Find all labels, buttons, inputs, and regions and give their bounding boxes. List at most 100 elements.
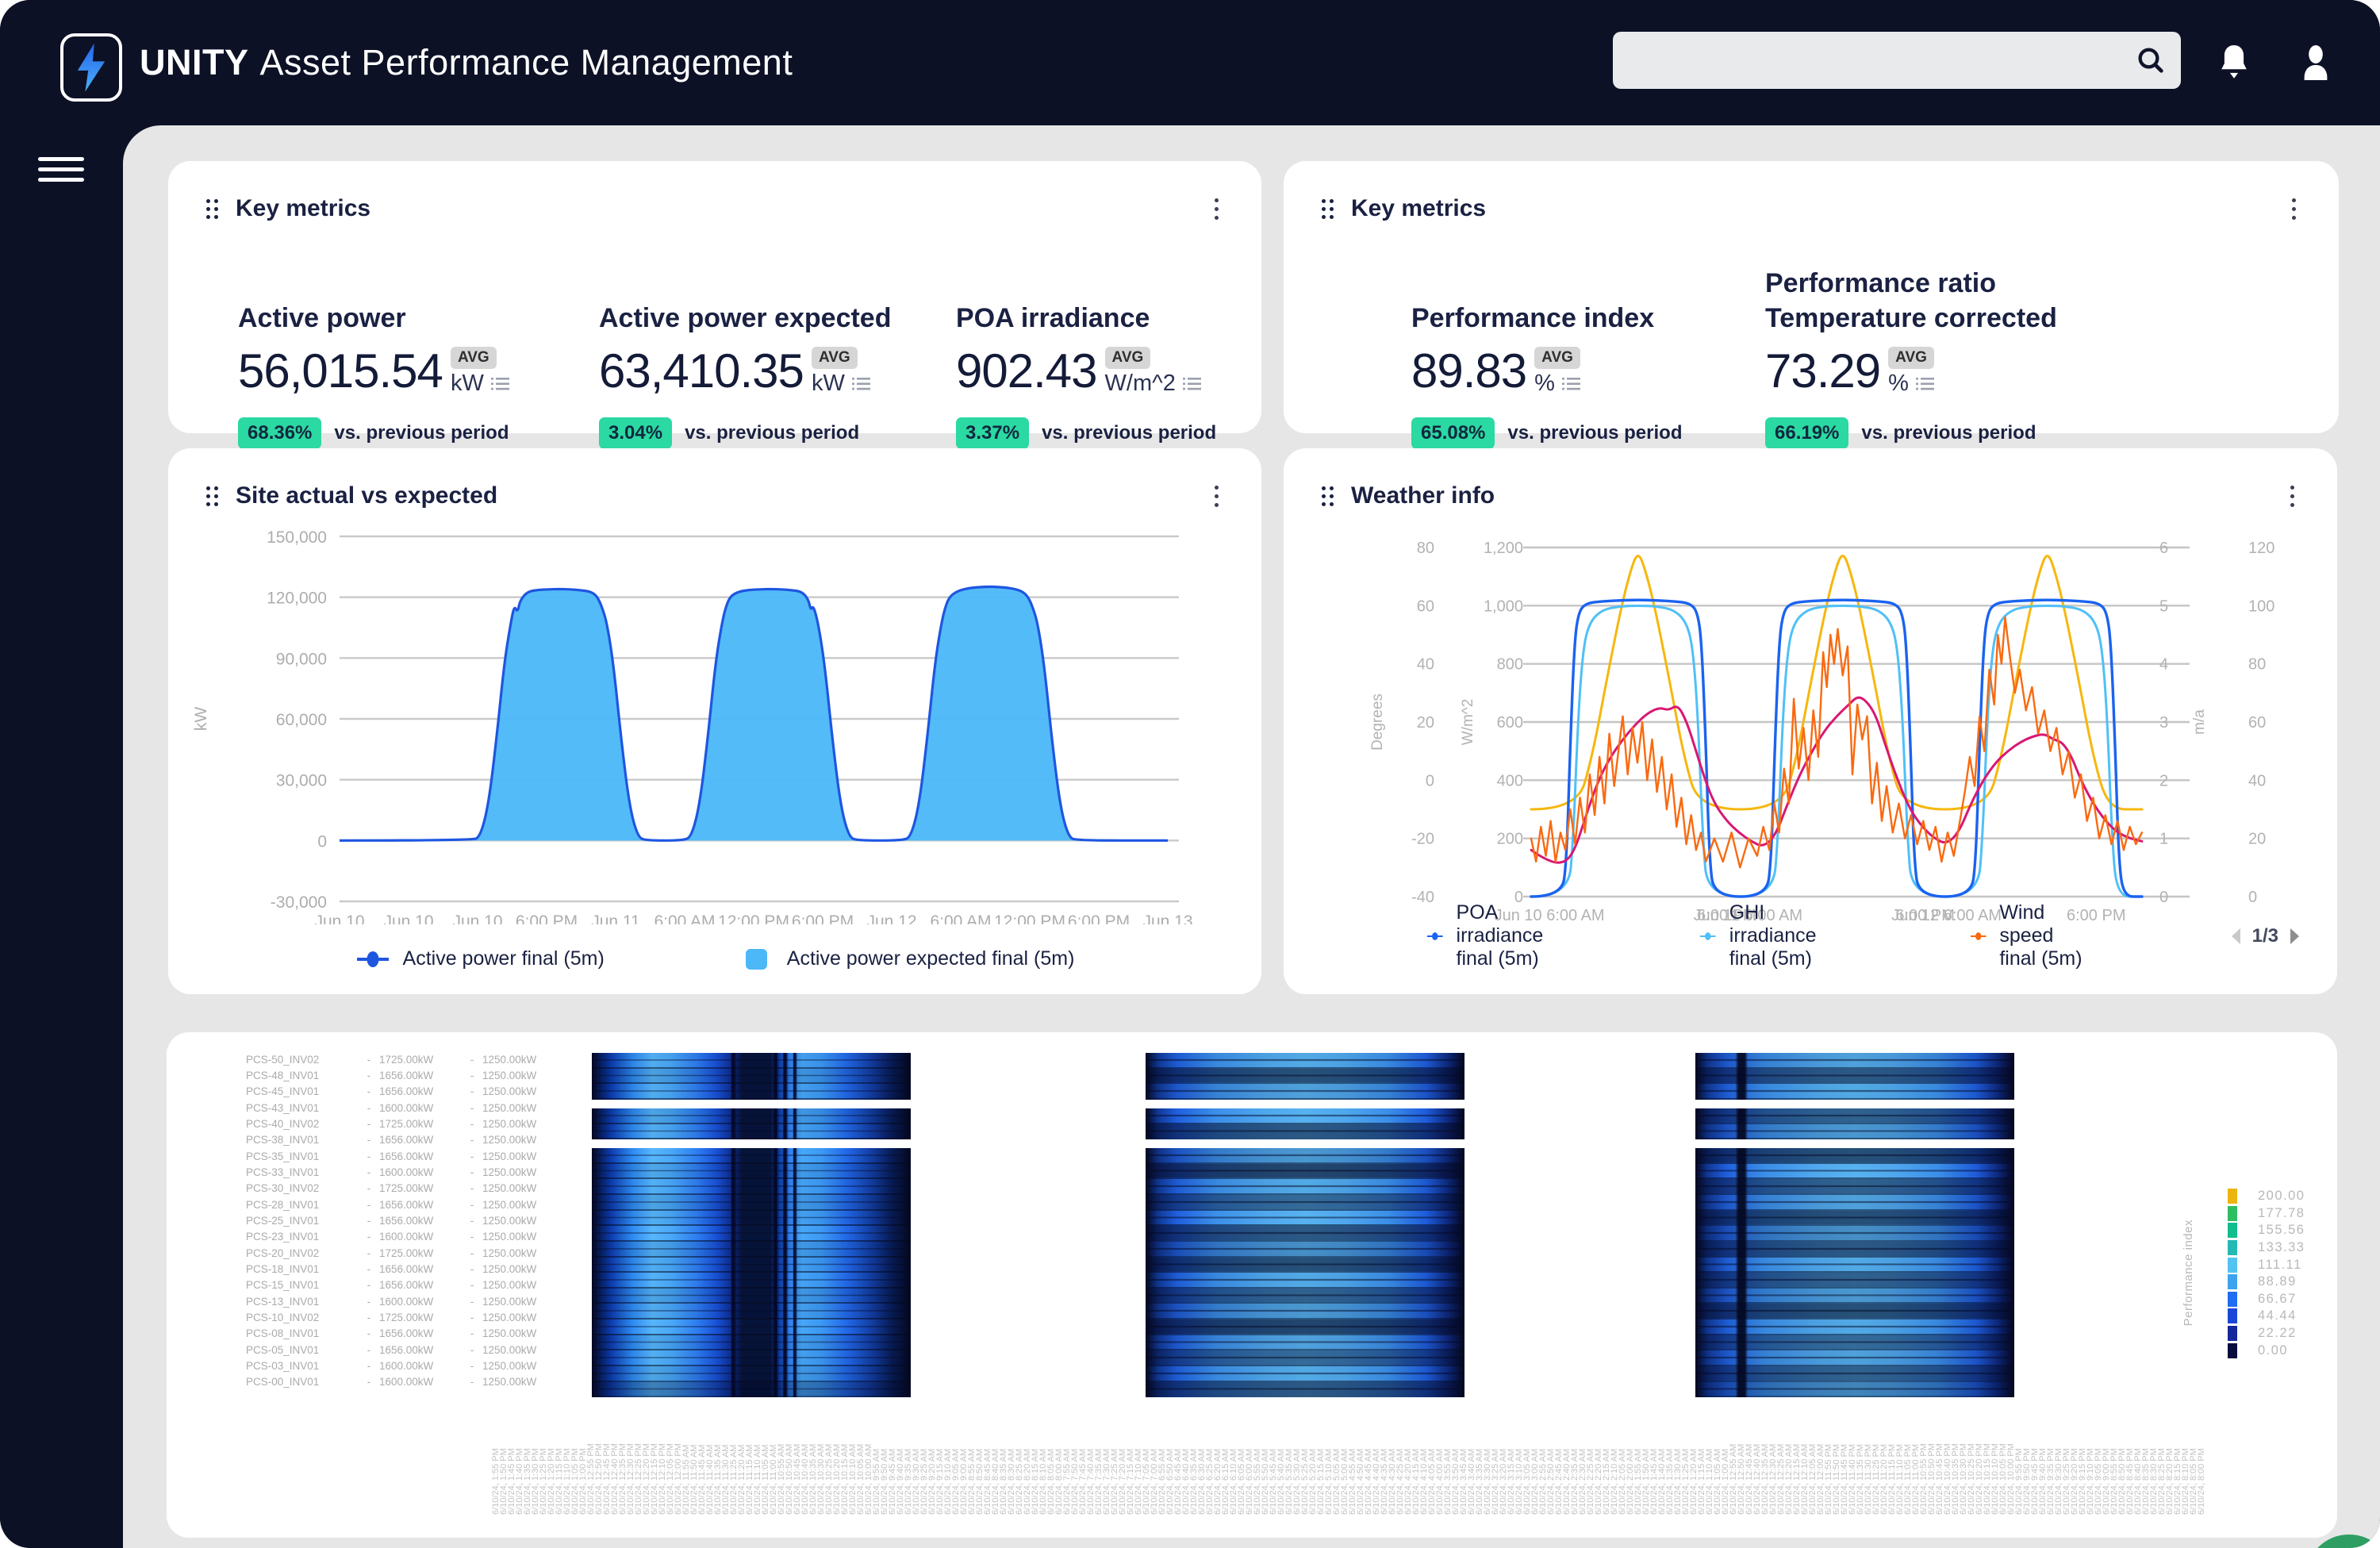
heatmap-cell-row[interactable]	[1695, 1241, 2014, 1258]
heatmap-cell-row[interactable]	[1146, 1319, 1464, 1335]
svg-text:120,000: 120,000	[267, 590, 327, 608]
heatmap-cell-row[interactable]	[1146, 1381, 1464, 1398]
heatmap-cell-row[interactable]	[1695, 1366, 2014, 1382]
heatmap-cell-row[interactable]	[592, 1163, 911, 1180]
legend-item[interactable]: Active power final (5m)	[355, 947, 605, 970]
unit-row: kW	[451, 371, 510, 397]
legend-item[interactable]: Wind speed final (5m)	[1970, 901, 2094, 970]
heatmap-cell-row[interactable]	[592, 1273, 911, 1289]
menu-icon[interactable]	[38, 157, 84, 188]
heatmap-cell-row[interactable]	[592, 1084, 911, 1100]
drag-handle-icon[interactable]	[206, 486, 218, 506]
heatmap-cell-row[interactable]	[592, 1195, 911, 1211]
next-page-icon[interactable]	[2288, 927, 2302, 946]
search-icon[interactable]	[2135, 44, 2167, 76]
heatmap-cell-row[interactable]	[1146, 1163, 1464, 1180]
heatmap-cell-row[interactable]	[1695, 1195, 2014, 1211]
legend-item[interactable]: GHI irradiance final (5m)	[1699, 901, 1835, 970]
heatmap-cell-row[interactable]	[592, 1304, 911, 1319]
heatmap-row-label: PCS-50_INV02-1725.00kW -1250.00kW	[246, 1051, 565, 1067]
inverter-limit: 1600.00kW	[379, 1166, 434, 1178]
heatmap-cell-row[interactable]	[592, 1148, 911, 1164]
inverter-rated: 1250.00kW	[482, 1182, 537, 1195]
heatmap-cell-row[interactable]	[592, 1179, 911, 1195]
heatmap-cell-row[interactable]	[1146, 1053, 1464, 1069]
heatmap-cell-row[interactable]	[1695, 1381, 2014, 1398]
heatmap-cell-row[interactable]	[1695, 1148, 2014, 1164]
heatmap-cell-row[interactable]	[1146, 1108, 1464, 1124]
legend-item[interactable]: POA irradiance final (5m)	[1426, 901, 1564, 970]
heatmap-block[interactable]	[1146, 1053, 1464, 1398]
heatmap-cell-row[interactable]	[1146, 1350, 1464, 1366]
heatmap-cell-row[interactable]	[1146, 1068, 1464, 1085]
heatmap-cell-row[interactable]	[592, 1257, 911, 1273]
heatmap-cell-row[interactable]	[1695, 1335, 2014, 1351]
heatmap-block[interactable]	[1695, 1053, 2014, 1398]
heatmap-cell-row[interactable]	[1146, 1304, 1464, 1319]
heatmap-cell-row[interactable]	[1695, 1068, 2014, 1085]
heatmap-cell-row[interactable]	[1146, 1273, 1464, 1289]
heatmap-cell-row[interactable]	[1146, 1195, 1464, 1211]
heatmap-cell-row[interactable]	[1695, 1288, 2014, 1304]
heatmap-cell-row[interactable]	[1146, 1226, 1464, 1242]
heatmap-cell-row[interactable]	[592, 1335, 911, 1351]
heatmap-cell-row[interactable]	[592, 1366, 911, 1382]
heatmap-cell-row[interactable]	[1146, 1366, 1464, 1382]
weather-chart: 80 1,200 6 12060 1,000 5 10040 800 4 8020 600 3 600 4…	[1369, 540, 2274, 924]
card-title: Key metrics	[1351, 195, 1487, 221]
search-input[interactable]	[1613, 32, 2135, 89]
heatmap-cell-row[interactable]	[1695, 1124, 2014, 1140]
heatmap-cell-row[interactable]	[592, 1288, 911, 1304]
heatmap-cell-row[interactable]	[1695, 1319, 2014, 1335]
heatmap-cell-row[interactable]	[1146, 1257, 1464, 1273]
heatmap-cell-row[interactable]	[592, 1124, 911, 1140]
heatmap-cell-row[interactable]	[1146, 1241, 1464, 1258]
heatmap-cell-row[interactable]	[592, 1108, 911, 1124]
heatmap-cell-row[interactable]	[1695, 1273, 2014, 1289]
heatmap-cell-row[interactable]	[592, 1068, 911, 1085]
heatmap-cell-row[interactable]	[1695, 1210, 2014, 1227]
heatmap-block[interactable]	[592, 1053, 911, 1398]
heatmap-cell-row[interactable]	[1695, 1304, 2014, 1319]
drag-handle-icon[interactable]	[1322, 198, 1334, 219]
colorbar-axis-label: Performance index	[2182, 1219, 2195, 1327]
heatmap-cell-row[interactable]	[1695, 1179, 2014, 1195]
app-logo[interactable]	[60, 33, 122, 102]
heatmap-cell-row[interactable]	[1146, 1179, 1464, 1195]
heatmap-cell-row[interactable]	[1146, 1210, 1464, 1227]
card-menu-icon[interactable]	[1207, 482, 1226, 510]
heatmap-cell-row[interactable]	[592, 1053, 911, 1069]
heatmap-cell-row[interactable]	[1695, 1053, 2014, 1069]
bell-icon[interactable]	[2217, 44, 2251, 82]
heatmap-cell-row[interactable]	[1146, 1084, 1464, 1100]
drag-handle-icon[interactable]	[1322, 486, 1334, 506]
search-box[interactable]	[1613, 32, 2181, 89]
inverter-rated: 1250.00kW	[482, 1198, 537, 1211]
avg-badge: AVG	[1888, 347, 1934, 369]
heatmap-cell-row[interactable]	[1695, 1226, 2014, 1242]
heatmap-cell-row[interactable]	[1695, 1163, 2014, 1180]
heatmap-cell-row[interactable]	[592, 1319, 911, 1335]
drag-handle-icon[interactable]	[206, 198, 218, 219]
heatmap-cell-row[interactable]	[592, 1210, 911, 1227]
heatmap-cell-row[interactable]	[1695, 1350, 2014, 1366]
heatmap-cell-row[interactable]	[1146, 1148, 1464, 1164]
prev-page-icon[interactable]	[2228, 927, 2243, 946]
heatmap-cell-row[interactable]	[1146, 1124, 1464, 1140]
legend-item[interactable]: Active power expected final (5m)	[739, 947, 1074, 970]
heatmap-cell-row[interactable]	[592, 1350, 911, 1366]
heatmap-cell-row[interactable]	[1695, 1108, 2014, 1124]
heatmap-cell-row[interactable]	[1695, 1084, 2014, 1100]
card-menu-icon[interactable]	[2282, 482, 2302, 510]
heatmap-cell-row[interactable]	[1146, 1335, 1464, 1351]
heatmap-cell-row[interactable]	[1695, 1257, 2014, 1273]
heatmap-cell-row[interactable]	[592, 1241, 911, 1258]
heatmap-cell-row[interactable]	[1146, 1288, 1464, 1304]
heatmap-cell-row[interactable]	[592, 1381, 911, 1398]
card-menu-icon[interactable]	[1207, 195, 1226, 223]
heatmap-cell-row[interactable]	[592, 1226, 911, 1242]
user-profile-button[interactable]	[2297, 0, 2334, 125]
card-menu-icon[interactable]	[2284, 195, 2304, 223]
user-icon[interactable]	[2297, 44, 2334, 82]
notifications-button[interactable]	[2217, 0, 2251, 125]
